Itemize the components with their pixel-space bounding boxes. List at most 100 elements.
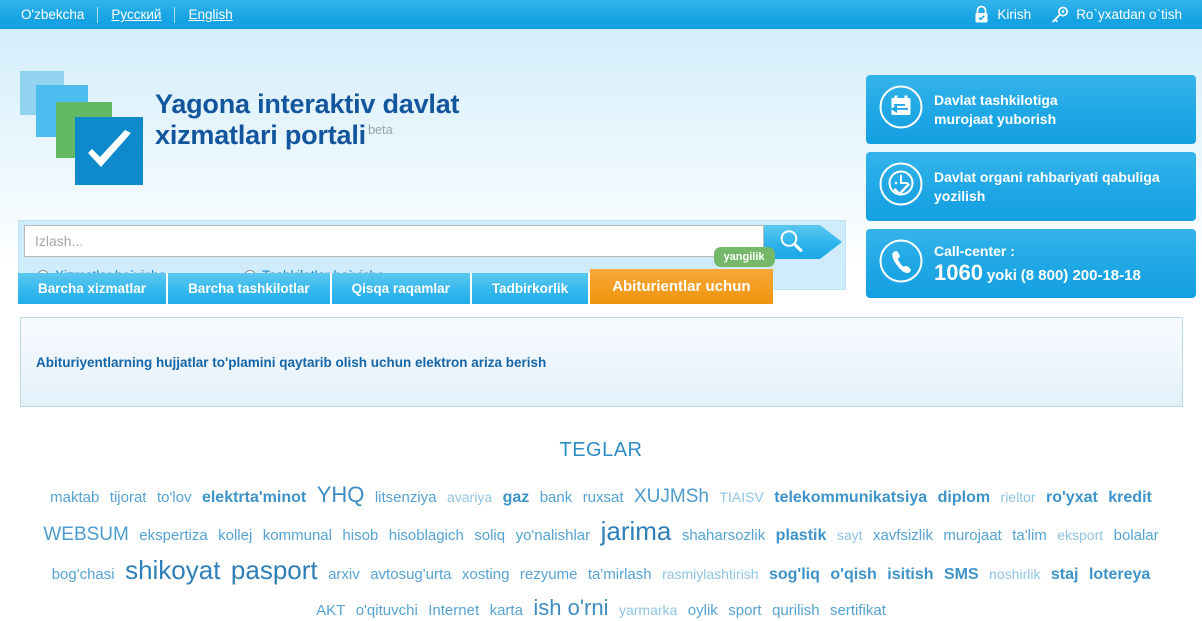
status-badge: yangilik (713, 247, 775, 267)
checkmark-icon (88, 130, 131, 167)
tag-item[interactable]: XUJMSh (634, 486, 709, 507)
tag-item[interactable]: oylik (688, 602, 718, 619)
tags-title: TEGLAR (559, 439, 643, 461)
tag-item[interactable]: bog'chasi (52, 566, 115, 583)
register-label: Ro`yxatdan o`tish (1076, 7, 1182, 22)
tag-item[interactable]: karta (490, 602, 523, 619)
tag-item[interactable]: SMS (944, 566, 979, 583)
tag-item[interactable]: hisoblagich (389, 527, 464, 544)
main-tabs: Barcha xizmatlar Barcha tashkilotlar Qis… (18, 247, 1202, 307)
panel-send-appeal[interactable]: Davlat tashkilotiga murojaat yuborish (866, 75, 1196, 144)
tags-section: TEGLAR maktab tijorat to'lov elektrta'mi… (0, 439, 1202, 621)
tag-item[interactable]: jarima (601, 516, 672, 546)
tag-item[interactable]: maktab (50, 489, 99, 506)
tag-item[interactable]: ekspertiza (139, 527, 207, 544)
tag-item[interactable]: rasmiylashtirish (662, 566, 758, 582)
tag-item[interactable]: staj (1051, 566, 1079, 583)
tag-item[interactable]: o'qituvchi (356, 602, 418, 619)
checkmark-squares-logo (18, 69, 143, 185)
panel-line2: murojaat yuborish (934, 110, 1057, 127)
language-link-ru[interactable]: Русский (98, 7, 174, 22)
panel-line1: Davlat organi rahbariyati qabuliga (934, 169, 1160, 186)
tag-item[interactable]: AKT (316, 602, 345, 619)
tag-item[interactable]: litsenziya (375, 489, 437, 506)
register-button[interactable]: Ro`yxatdan o`tish (1044, 6, 1188, 24)
tag-item[interactable]: eksport (1057, 527, 1103, 543)
tag-item[interactable]: murojaat (943, 527, 1001, 544)
tag-item[interactable]: kredit (1108, 489, 1152, 506)
application-link[interactable]: Abituriyentlarning hujjatlar to'plamini … (36, 355, 546, 370)
language-link-uz[interactable]: O'zbekcha (18, 7, 97, 22)
tag-item[interactable]: diplom (938, 489, 990, 506)
tab-applicants[interactable]: Abiturientlar uchun (590, 269, 773, 304)
tag-item[interactable]: ta'mirlash (588, 566, 652, 583)
tag-item[interactable]: TIAISV (719, 489, 763, 505)
tag-item[interactable]: xavfsizlik (873, 527, 933, 544)
tag-item[interactable]: yo'nalishlar (516, 527, 591, 544)
search-button[interactable] (764, 225, 842, 259)
login-button[interactable]: Kirish (967, 5, 1037, 24)
tag-item[interactable]: ro'yxat (1046, 489, 1098, 506)
tag-item[interactable]: sport (728, 602, 761, 619)
panel-line2: yozilish (934, 187, 986, 204)
tab-entrepreneurship[interactable]: Tadbirkorlik (471, 273, 591, 304)
tag-item[interactable]: soliq (474, 527, 505, 544)
tag-cloud: maktab tijorat to'lov elektrta'minot YHQ… (36, 478, 1166, 621)
tag-item[interactable]: noshirlik (989, 566, 1040, 582)
mail-envelope-icon (878, 84, 924, 135)
login-label: Kirish (997, 7, 1032, 22)
tag-item[interactable]: shikoyat (125, 555, 220, 585)
tag-item[interactable]: hisob (342, 527, 378, 544)
panel-send-appeal-text: Davlat tashkilotiga murojaat yuborish (934, 91, 1058, 127)
tag-item[interactable]: bolalar (1114, 527, 1159, 544)
tab-applicants-holder: yangilik Abiturientlar uchun (590, 247, 775, 304)
tag-item[interactable]: YHQ (317, 482, 365, 507)
tag-item[interactable]: bank (540, 489, 573, 506)
tag-item[interactable]: sertifikat (830, 602, 886, 619)
language-switcher: O'zbekcha Русский English (18, 6, 246, 23)
tag-item[interactable]: isitish (887, 566, 933, 583)
tag-item[interactable]: avariya (447, 489, 492, 505)
tag-item[interactable]: arxiv (328, 566, 360, 583)
site-logo[interactable]: Yagona interaktiv davlat xizmatlari port… (18, 69, 460, 185)
tag-item[interactable]: WEBSUM (43, 524, 129, 545)
tag-item[interactable]: shaharsozlik (682, 527, 765, 544)
tag-item[interactable]: Internet (428, 602, 479, 619)
tag-item[interactable]: ish o'rni (533, 595, 608, 620)
language-link-en[interactable]: English (175, 7, 245, 22)
tag-item[interactable]: tijorat (110, 489, 147, 506)
clock-check-icon (878, 161, 924, 212)
tag-item[interactable]: yarmarka (619, 602, 677, 618)
tag-item[interactable]: ruxsat (583, 489, 624, 506)
tag-item[interactable]: ta'lim (1012, 527, 1047, 544)
tag-item[interactable]: sog'liq (769, 566, 820, 583)
search-input[interactable] (24, 225, 764, 257)
tag-item[interactable]: sayt (837, 527, 863, 543)
tag-item[interactable]: o'qish (830, 566, 876, 583)
key-icon (1050, 6, 1069, 24)
tag-item[interactable]: to'lov (157, 489, 192, 506)
beta-label: beta (367, 122, 393, 137)
tag-item[interactable]: elektrta'minot (202, 489, 306, 506)
tag-item[interactable]: pasport (231, 555, 318, 585)
tag-item[interactable]: rezyume (520, 566, 578, 583)
panel-book-appointment[interactable]: Davlat organi rahbariyati qabuliga yozil… (866, 152, 1196, 221)
content-panel: Abituriyentlarning hujjatlar to'plamini … (20, 317, 1183, 407)
tag-item[interactable]: gaz (503, 489, 530, 506)
tab-all-services[interactable]: Barcha xizmatlar (18, 273, 169, 304)
tag-item[interactable]: kommunal (263, 527, 332, 544)
call-center-label: Call-center : (934, 242, 1015, 259)
site-title-line1: Yagona interaktiv davlat (155, 88, 460, 119)
tag-item[interactable]: lotereya (1089, 566, 1150, 583)
tag-item[interactable]: kollej (218, 527, 252, 544)
tag-item[interactable]: telekommunikatsiya (774, 489, 927, 506)
tab-all-organizations[interactable]: Barcha tashkilotlar (168, 273, 332, 304)
tag-item[interactable]: plastik (776, 527, 827, 544)
tag-item[interactable]: avtosug'urta (370, 566, 451, 583)
tag-item[interactable]: qurilish (772, 602, 820, 619)
tab-short-numbers[interactable]: Qisqa raqamlar (331, 273, 472, 304)
panel-line1: Davlat tashkilotiga (934, 92, 1058, 109)
account-actions: Kirish Ro`yxatdan o`tish (967, 5, 1188, 24)
tag-item[interactable]: rieltor (1001, 489, 1036, 505)
tag-item[interactable]: xosting (462, 566, 510, 583)
